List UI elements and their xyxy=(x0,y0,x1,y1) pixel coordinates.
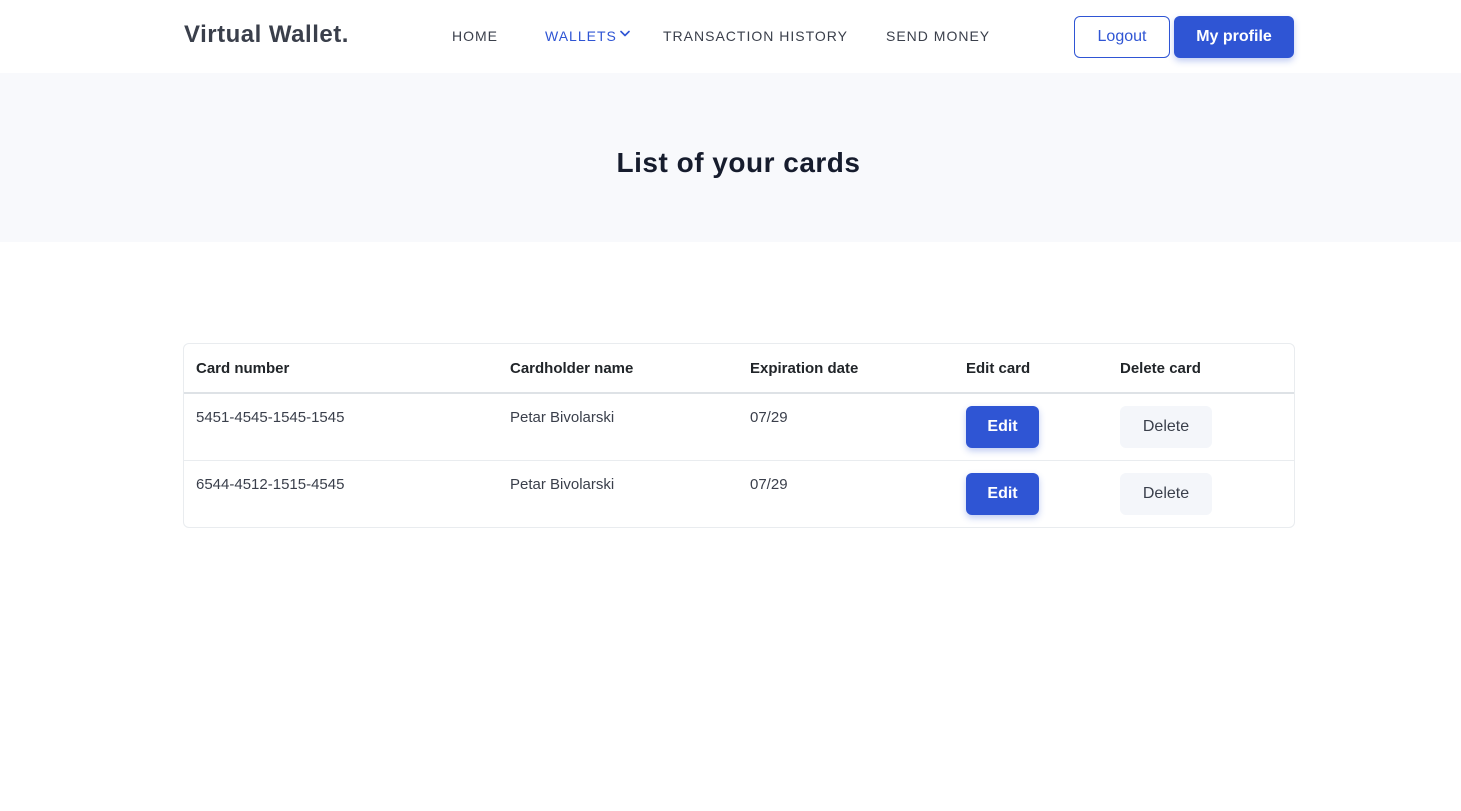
cardholder-cell: Petar Bivolarski xyxy=(510,409,615,426)
column-header-cardholder-name: Cardholder name xyxy=(510,360,634,377)
delete-card-button[interactable]: Delete xyxy=(1120,473,1212,515)
chevron-down-icon[interactable] xyxy=(620,30,630,38)
edit-card-button[interactable]: Edit xyxy=(966,473,1039,515)
delete-card-button[interactable]: Delete xyxy=(1120,406,1212,448)
cardholder-cell: Petar Bivolarski xyxy=(510,476,615,493)
column-header-card-number: Card number xyxy=(196,360,290,377)
expiration-cell: 07/29 xyxy=(750,409,788,426)
column-header-edit-card: Edit card xyxy=(966,360,1031,377)
page-title: List of your cards xyxy=(616,147,861,178)
nav-home[interactable]: HOME xyxy=(452,28,498,44)
my-profile-button[interactable]: My profile xyxy=(1174,16,1294,58)
edit-card-button[interactable]: Edit xyxy=(966,406,1039,448)
nav-wallets[interactable]: WALLETS xyxy=(545,28,617,44)
row-divider xyxy=(184,460,1294,461)
card-number-cell: 5451-4545-1545-1545 xyxy=(196,409,345,426)
column-header-delete-card: Delete card xyxy=(1120,360,1201,377)
column-header-expiration-date: Expiration date xyxy=(750,360,859,377)
brand-logo[interactable]: Virtual Wallet. xyxy=(184,21,349,49)
expiration-cell: 07/29 xyxy=(750,476,788,493)
card-number-cell: 6544-4512-1515-4545 xyxy=(196,476,345,493)
logout-button[interactable]: Logout xyxy=(1074,16,1170,58)
top-navbar: Virtual Wallet. HOME WALLETS TRANSACTION… xyxy=(0,0,1461,73)
nav-send-money[interactable]: SEND MONEY xyxy=(886,28,990,44)
cards-table: Card number Cardholder name Expiration d… xyxy=(183,343,1295,528)
nav-transaction-history[interactable]: TRANSACTION HISTORY xyxy=(663,28,848,44)
hero-banner: List of your cards xyxy=(0,73,1461,242)
header-divider xyxy=(184,392,1294,394)
